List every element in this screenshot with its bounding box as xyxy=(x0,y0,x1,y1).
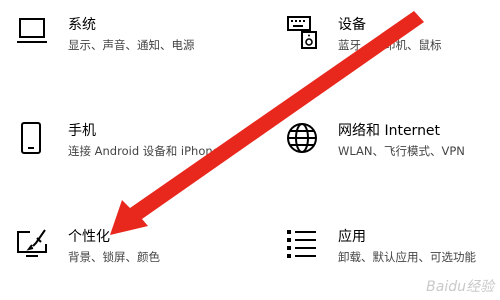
baidu-watermark: Baidu经验 xyxy=(426,279,494,295)
pointer-arrow xyxy=(110,11,424,235)
